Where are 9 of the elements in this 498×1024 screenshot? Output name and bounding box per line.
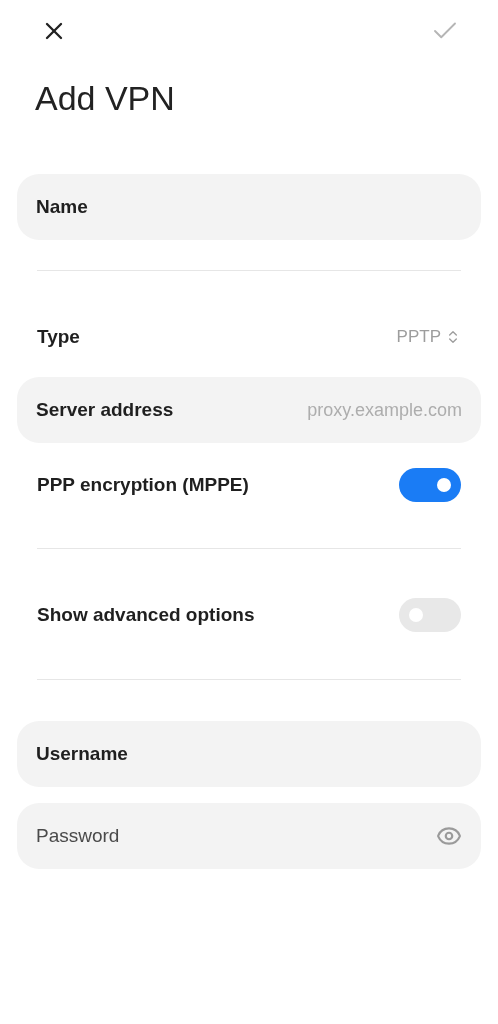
encryption-label: PPP encryption (MPPE) (37, 474, 249, 496)
advanced-options-label: Show advanced options (37, 604, 255, 626)
type-label: Type (37, 326, 80, 348)
name-field[interactable]: Name (17, 174, 481, 240)
password-field[interactable]: Password (17, 803, 481, 869)
username-field[interactable]: Username (17, 721, 481, 787)
page-title: Add VPN (35, 78, 176, 119)
server-address-field[interactable]: Server address proxy.example.com (17, 377, 481, 443)
encryption-toggle[interactable] (399, 468, 461, 502)
